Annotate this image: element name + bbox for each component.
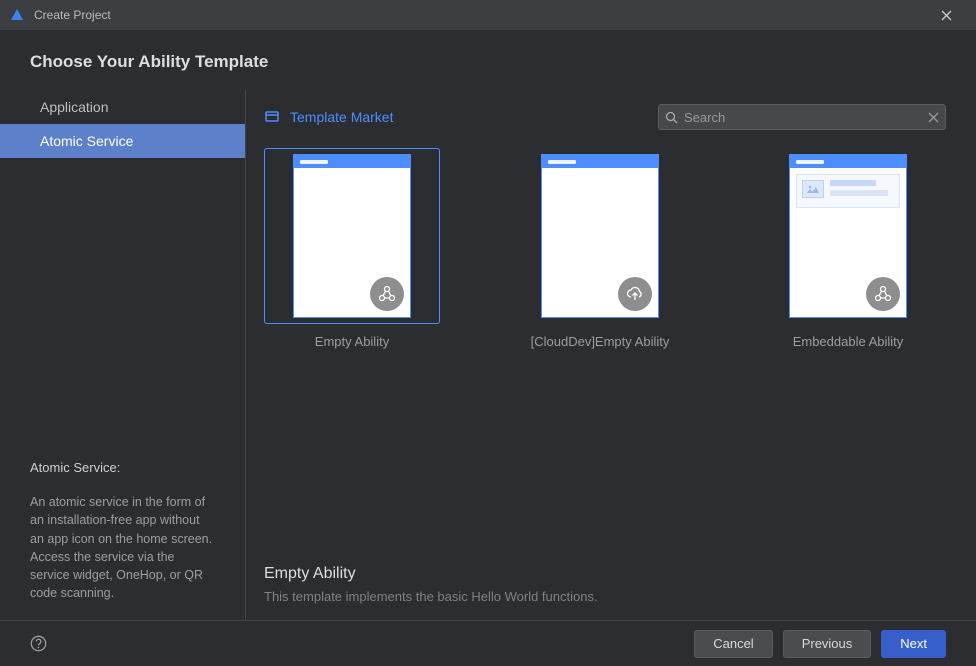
selected-template-title: Empty Ability bbox=[264, 565, 946, 583]
embed-preview bbox=[796, 174, 900, 208]
selected-template-description: This template implements the basic Hello… bbox=[264, 589, 946, 604]
sidebar-item-label: Atomic Service bbox=[40, 133, 133, 149]
template-card-embeddable-ability[interactable]: Embeddable Ability bbox=[760, 148, 936, 349]
sidebar: Application Atomic Service Atomic Servic… bbox=[0, 90, 246, 620]
template-card-empty-ability[interactable]: Empty Ability bbox=[264, 148, 440, 349]
close-icon[interactable] bbox=[926, 0, 966, 30]
sidebar-item-application[interactable]: Application bbox=[0, 90, 245, 124]
content-area: Template Market bbox=[246, 90, 976, 620]
clear-search-icon[interactable] bbox=[928, 112, 939, 123]
selected-template-info: Empty Ability This template implements t… bbox=[264, 565, 946, 620]
image-placeholder-icon bbox=[802, 180, 824, 198]
next-button[interactable]: Next bbox=[881, 630, 946, 658]
template-label: Embeddable Ability bbox=[793, 334, 904, 349]
sidebar-info-body: An atomic service in the form of an inst… bbox=[30, 493, 215, 602]
titlebar: Create Project bbox=[0, 0, 976, 30]
sidebar-info-title: Atomic Service: bbox=[30, 460, 215, 475]
previous-button[interactable]: Previous bbox=[783, 630, 872, 658]
footer: Cancel Previous Next bbox=[0, 620, 976, 666]
template-label: [CloudDev]Empty Ability bbox=[531, 334, 670, 349]
search-input-wrapper[interactable] bbox=[658, 104, 946, 130]
search-input[interactable] bbox=[678, 110, 928, 125]
sidebar-item-atomic-service[interactable]: Atomic Service bbox=[0, 124, 245, 158]
templates-row: Empty Ability [CloudDev]Empty Ability bbox=[264, 148, 946, 349]
window-title: Create Project bbox=[34, 8, 926, 22]
nodes-icon bbox=[370, 277, 404, 311]
nodes-icon bbox=[866, 277, 900, 311]
template-card-clouddev-empty-ability[interactable]: [CloudDev]Empty Ability bbox=[512, 148, 688, 349]
template-label: Empty Ability bbox=[315, 334, 389, 349]
cancel-button[interactable]: Cancel bbox=[694, 630, 772, 658]
help-icon[interactable] bbox=[30, 635, 47, 652]
cloud-upload-icon bbox=[618, 277, 652, 311]
sidebar-info: Atomic Service: An atomic service in the… bbox=[0, 460, 245, 620]
search-icon bbox=[665, 111, 678, 124]
market-icon bbox=[264, 109, 280, 125]
app-logo-icon bbox=[10, 8, 24, 22]
template-market-label: Template Market bbox=[290, 109, 393, 125]
page-title: Choose Your Ability Template bbox=[0, 30, 976, 90]
sidebar-item-label: Application bbox=[40, 99, 109, 115]
template-market-link[interactable]: Template Market bbox=[264, 109, 393, 125]
